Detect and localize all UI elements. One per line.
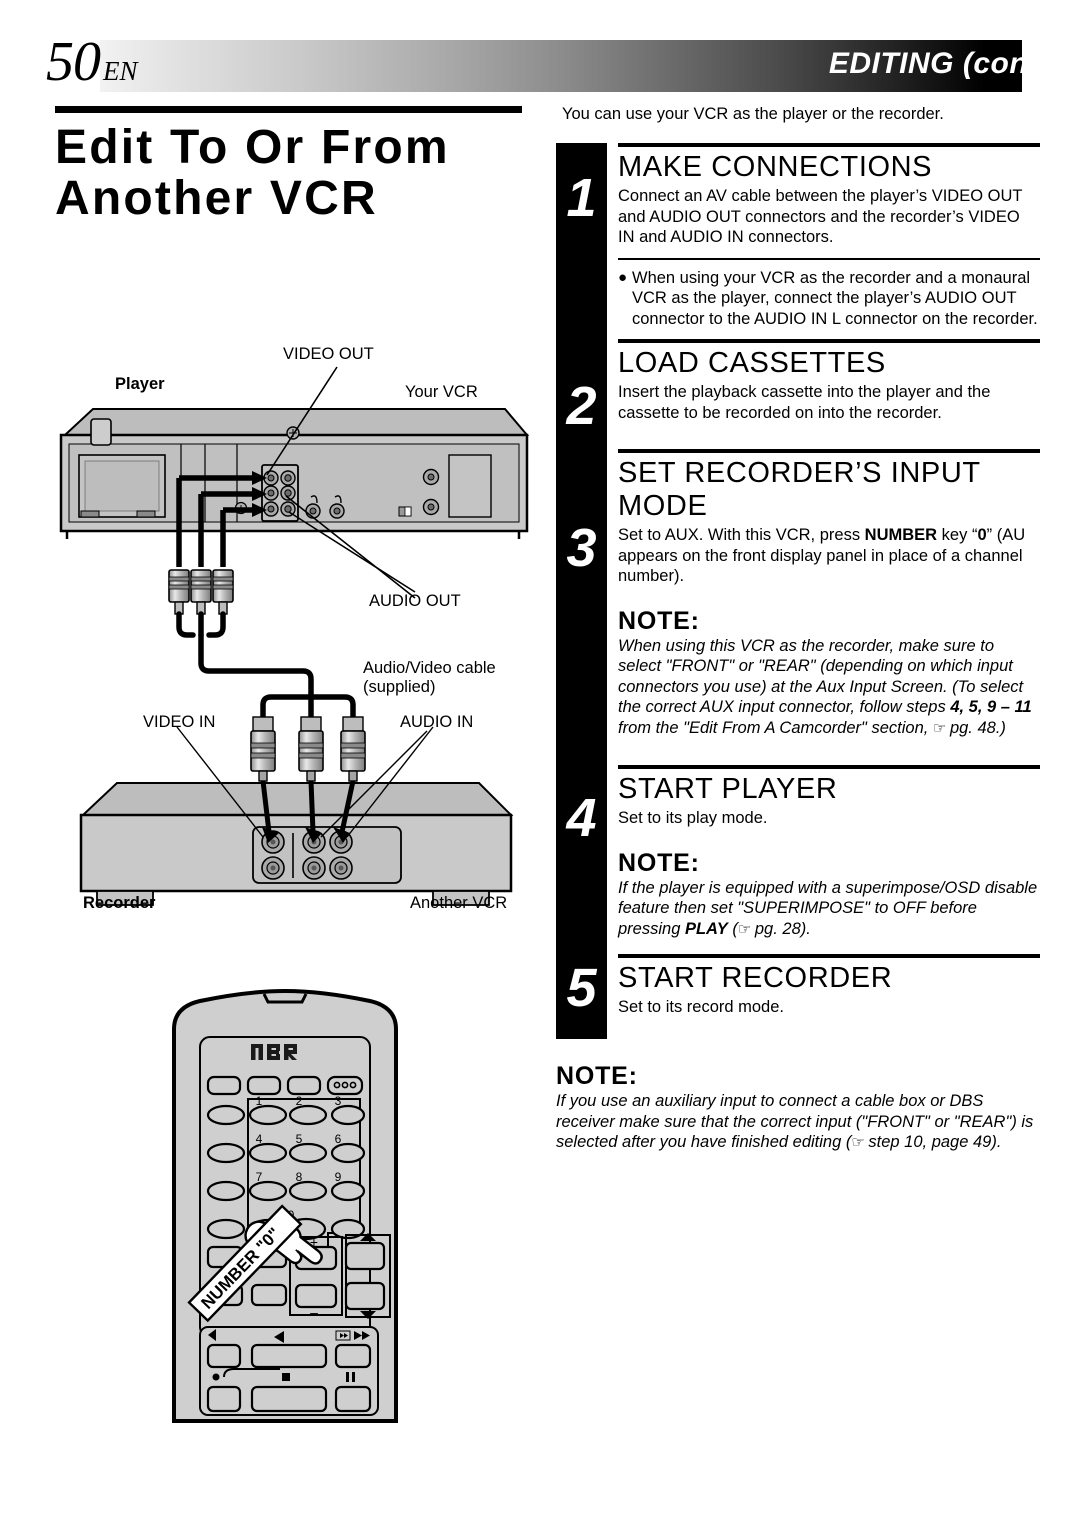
- connection-diagram: VIDEO OUT Player Your VCR AUDIO OUT Audi…: [55, 345, 535, 935]
- step-4-note-post: pg. 28).: [750, 919, 811, 938]
- step-3-key-zero: 0: [977, 526, 987, 544]
- remote-control-svg: 1 2 3 4 5 6 7 8 9 0 + –: [172, 988, 398, 1423]
- svg-text:7: 7: [256, 1170, 263, 1184]
- step-3-body: Set to AUX. With this VCR, press NUMBER …: [618, 525, 1040, 587]
- step-number-1: 1: [566, 168, 597, 228]
- label-audio-out: AUDIO OUT: [369, 592, 461, 610]
- pointing-hand-icon: ☞: [932, 719, 946, 737]
- step-sections: MAKE CONNECTIONS Connect an AV cable bet…: [618, 143, 1040, 1018]
- step-number-bar: [556, 143, 607, 1039]
- pointing-hand-icon: ☞: [737, 920, 751, 938]
- step-number-5: 5: [566, 958, 597, 1018]
- step-4-body: Set to its play mode.: [618, 809, 768, 827]
- label-player: Player: [115, 375, 165, 393]
- step-3-body-pre: Set to AUX. With this VCR, press: [618, 526, 865, 544]
- step-3-note-mid: from the "Edit From A Camcorder" section…: [618, 718, 933, 737]
- step-4-note-body: If the player is equipped with a superim…: [618, 878, 1040, 941]
- label-recorder: Recorder: [83, 894, 156, 912]
- step-3-key-number: NUMBER: [864, 526, 938, 544]
- article-title-block: Edit To Or From Another VCR: [55, 106, 530, 230]
- step-5-body: Set to its record mode.: [618, 998, 784, 1016]
- svg-text:3: 3: [335, 1094, 342, 1108]
- step-number-4: 4: [566, 788, 597, 848]
- page-language-code: EN: [103, 56, 138, 86]
- svg-text:5: 5: [296, 1132, 303, 1146]
- page-number: 50 EN: [46, 34, 138, 99]
- step-4-note-play: PLAY: [684, 919, 728, 938]
- label-video-in: VIDEO IN: [143, 713, 216, 731]
- step-1-bullet-row: ● When using your VCR as the recorder an…: [618, 268, 1040, 330]
- step-4-note-pre: If the player is equipped with a superim…: [618, 878, 1038, 938]
- step-4-note-label: NOTE:: [618, 848, 700, 877]
- step-4-note-mid: (: [727, 919, 738, 938]
- rule-above-step-5: [618, 954, 1040, 958]
- label-audio-in: AUDIO IN: [400, 713, 474, 731]
- page-title: Edit To Or From Another VCR: [55, 121, 450, 225]
- label-av-cable-line1: Audio/Video cable: [363, 659, 496, 677]
- final-note-body: If you use an auxiliary input to connect…: [556, 1091, 1034, 1154]
- step-3-note-body: When using this VCR as the recorder, mak…: [618, 636, 1040, 740]
- page-header: 50 EN EDITING (cont.): [0, 0, 1080, 110]
- step-number-3: 3: [566, 518, 597, 578]
- svg-text:9: 9: [335, 1170, 342, 1184]
- section-title: EDITING (cont.): [828, 47, 1058, 80]
- svg-text:6: 6: [335, 1132, 342, 1146]
- svg-text:8: 8: [296, 1170, 303, 1184]
- step-5-heading: START RECORDER: [618, 962, 893, 994]
- step-3-note-label: NOTE:: [618, 606, 700, 635]
- step-2-body: Insert the playback cassette into the pl…: [618, 383, 991, 422]
- pointing-hand-icon: ☞: [851, 1134, 864, 1151]
- bullet-icon: ●: [618, 268, 628, 286]
- rule-above-step-2: [618, 339, 1040, 343]
- step-3-note-steps: 4, 5, 9 – 11: [950, 698, 1032, 716]
- step-number-2: 2: [566, 376, 597, 436]
- intro-text: You can use your VCR as the player or th…: [562, 105, 944, 123]
- final-note-label: NOTE:: [556, 1062, 638, 1090]
- step-3-heading: SET RECORDER’S INPUT MODE: [618, 457, 981, 522]
- svg-text:4: 4: [256, 1132, 263, 1146]
- title-rule: [55, 106, 522, 113]
- label-video-out: VIDEO OUT: [283, 345, 374, 363]
- rule-above-step-3: [618, 449, 1040, 453]
- step-2-heading: LOAD CASSETTES: [618, 347, 886, 379]
- label-another-vcr: Another VCR: [410, 894, 508, 912]
- remote-control-diagram: 1 2 3 4 5 6 7 8 9 0 + –: [160, 985, 410, 1425]
- final-note: NOTE: If you use an auxiliary input to c…: [556, 1062, 1034, 1154]
- page-number-value: 50: [46, 31, 101, 93]
- step-3-body-mid: key “: [937, 526, 978, 544]
- rule-above-step-1: [618, 143, 1040, 147]
- label-av-cable-line2: (supplied): [363, 678, 436, 696]
- rule-above-step-4: [618, 765, 1040, 769]
- svg-text:2: 2: [296, 1094, 303, 1108]
- svg-text:1: 1: [256, 1094, 263, 1108]
- connection-diagram-svg: [59, 366, 530, 906]
- step-1-bullet-text: When using your VCR as the recorder and …: [632, 268, 1038, 328]
- step-1-heading: MAKE CONNECTIONS: [618, 151, 933, 183]
- final-note-post: step 10, page 49).: [863, 1133, 1002, 1151]
- remote-minus-label: –: [310, 1304, 318, 1320]
- label-your-vcr: Your VCR: [405, 383, 478, 401]
- step-1-body: Connect an AV cable between the player’s…: [618, 187, 1023, 246]
- step-3-note-post: pg. 48.): [945, 718, 1006, 737]
- step-4-heading: START PLAYER: [618, 773, 838, 805]
